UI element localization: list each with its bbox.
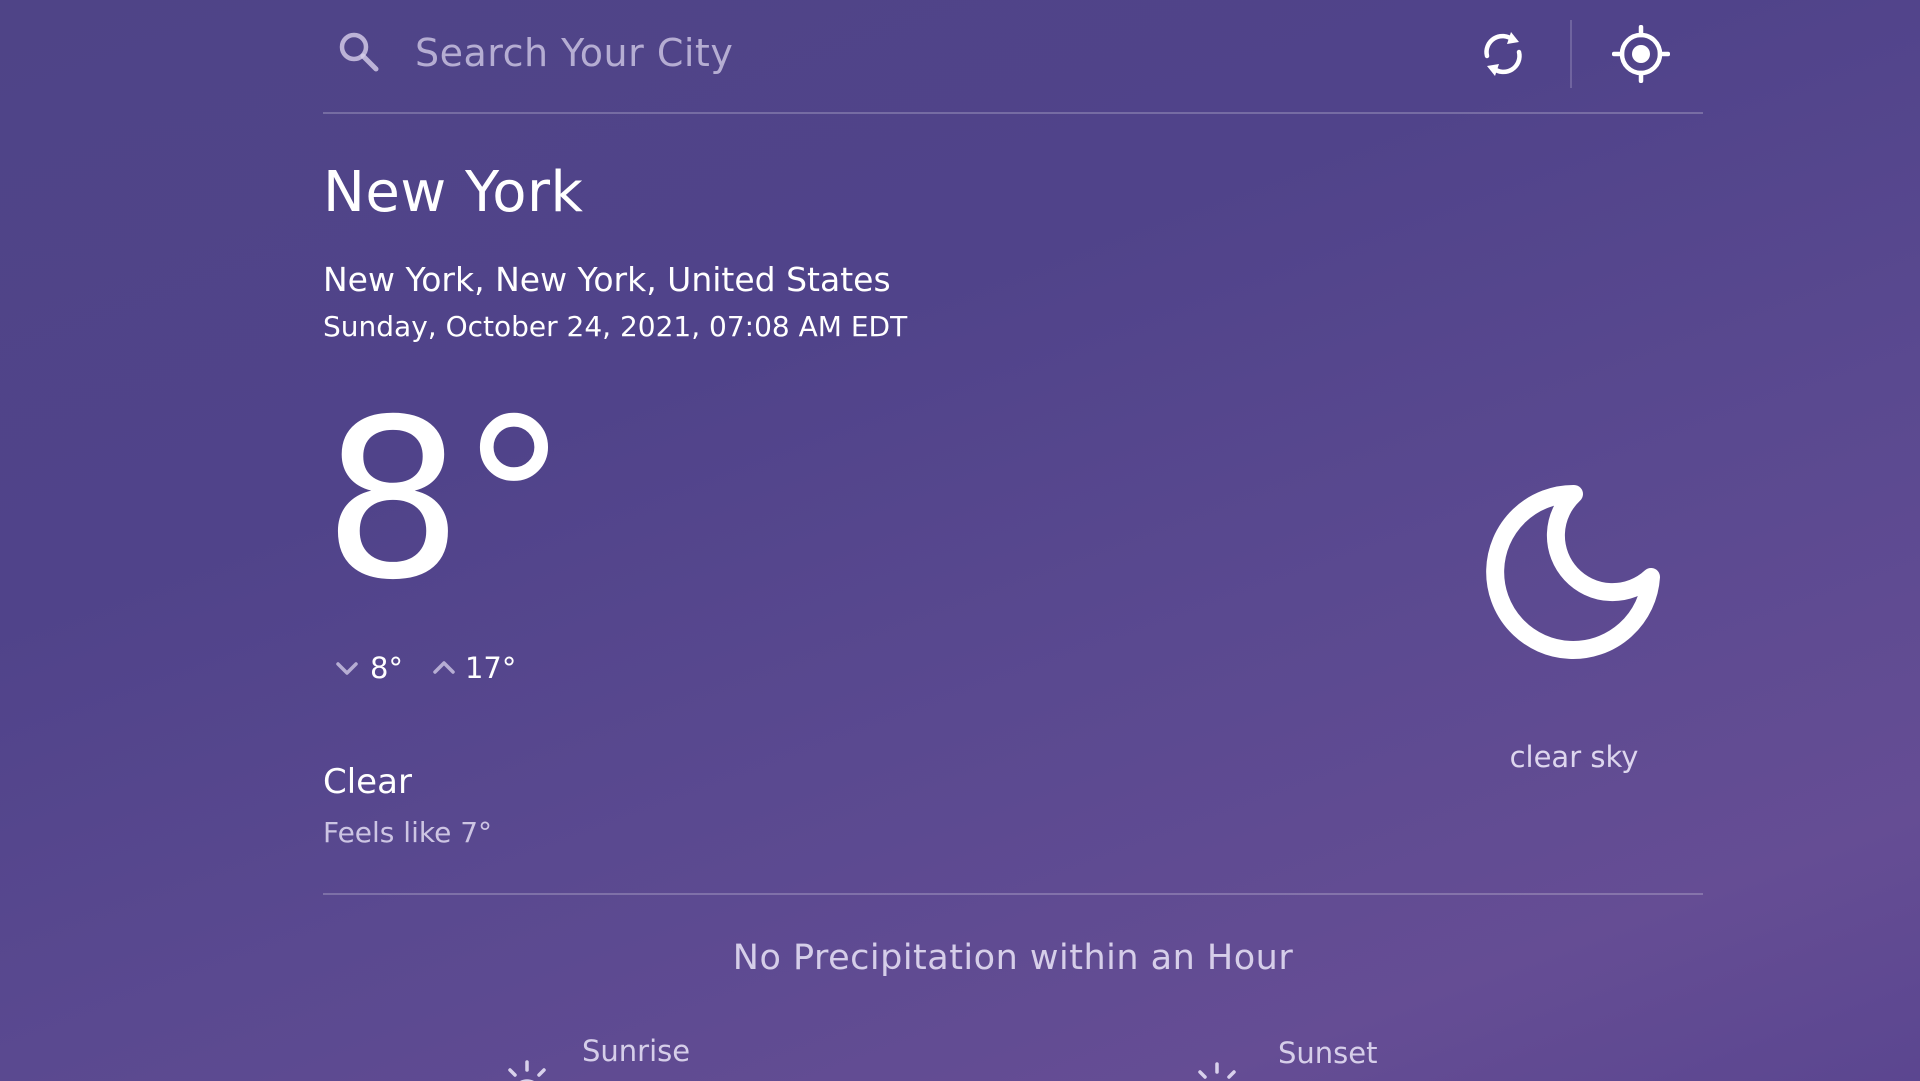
chevron-up-icon	[433, 661, 455, 674]
current-temperature: 8°	[323, 372, 569, 628]
feels-like: Feels like 7°	[323, 816, 493, 849]
location-full: New York, New York, United States	[323, 260, 891, 299]
section-divider	[323, 893, 1703, 895]
locate-icon[interactable]	[1612, 25, 1670, 83]
toolbar-divider	[1570, 20, 1572, 88]
chevron-down-icon	[336, 662, 358, 675]
refresh-icon[interactable]	[1475, 26, 1531, 82]
sunrise-label: Sunrise	[582, 1034, 691, 1068]
condition-description: clear sky	[1509, 740, 1639, 774]
city-name: New York	[323, 160, 584, 225]
precipitation-status: No Precipitation within an Hour	[732, 938, 1294, 978]
min-max-temperature: 8° 17°	[332, 648, 516, 688]
date-time: Sunday, October 24, 2021, 07:08 AM EDT	[323, 310, 908, 343]
search-bar	[323, 0, 1703, 114]
max-temperature: 17°	[464, 651, 517, 685]
sunrise-icon	[508, 1060, 546, 1081]
search-input[interactable]	[413, 22, 1397, 84]
moon-icon	[1486, 484, 1660, 659]
sunset-icon	[1198, 1062, 1236, 1079]
sunset-label: Sunset	[1278, 1036, 1378, 1070]
min-temperature: 8°	[370, 651, 403, 685]
search-icon	[339, 32, 379, 72]
sunrise-item: Sunrise	[502, 1030, 802, 1081]
sunset-item: Sunset	[1192, 1030, 1492, 1081]
condition-main: Clear	[323, 762, 412, 802]
